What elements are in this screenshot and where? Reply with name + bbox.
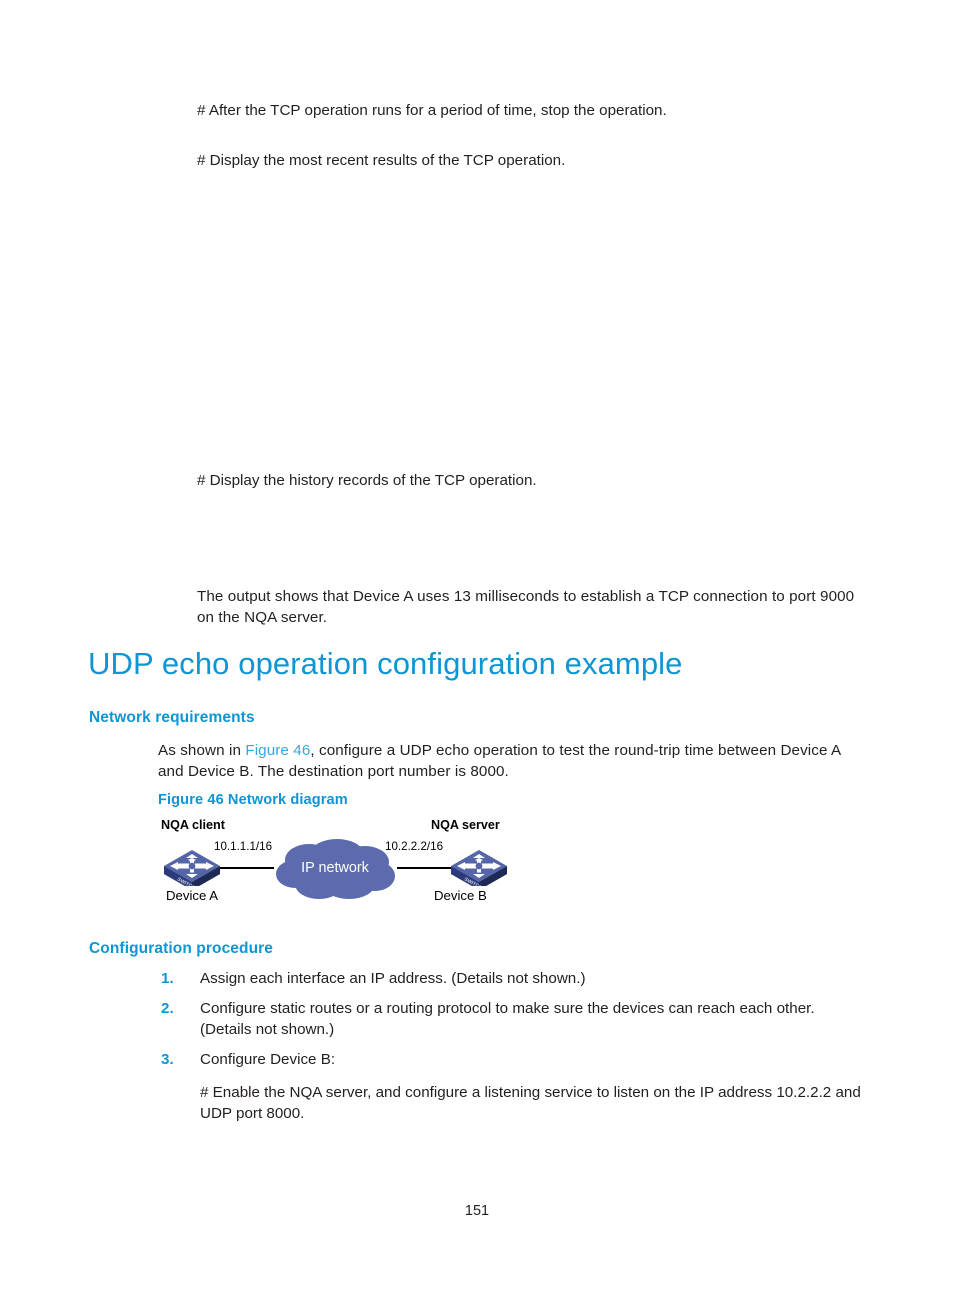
network-requirements-paragraph: As shown in Figure 46, configure a UDP e… — [158, 740, 870, 782]
list-item-number: 1. — [161, 970, 174, 987]
cloud-label: IP network — [301, 860, 369, 876]
heading-configuration-procedure: Configuration procedure — [89, 940, 273, 957]
diagram-link-left — [218, 867, 274, 869]
nr-text-before: As shown in — [158, 742, 246, 759]
diagram-label-nqa-server: NQA server — [431, 818, 500, 832]
list-item-number: 3. — [161, 1051, 174, 1068]
heading-network-requirements: Network requirements — [89, 709, 255, 726]
list-item: 1. Assign each interface an IP address. … — [158, 968, 870, 989]
list-item-text: Configure static routes or a routing pro… — [200, 1000, 815, 1038]
document-page: # After the TCP operation runs for a per… — [0, 0, 954, 1296]
output-explanation-paragraph: The output shows that Device A uses 13 m… — [197, 588, 855, 626]
switch-icon-device-a: SWITCH — [164, 850, 220, 886]
command-caption-display-recent: # Display the most recent results of the… — [197, 152, 566, 169]
figure-46-link[interactable]: Figure 46 — [245, 742, 310, 759]
diagram-device-b-name: Device B — [434, 888, 487, 903]
network-diagram: NQA client NQA server 10.1.1.1/16 10.2.2… — [150, 818, 550, 910]
diagram-device-a-name: Device A — [166, 888, 219, 903]
step3-command-caption: # Enable the NQA server, and configure a… — [200, 1084, 861, 1122]
command-caption-display-history: # Display the history records of the TCP… — [197, 472, 537, 489]
list-item-text: Configure Device B: — [200, 1051, 336, 1068]
configuration-steps-list: 1. Assign each interface an IP address. … — [158, 968, 870, 1133]
page-number: 151 — [464, 1203, 490, 1219]
switch-icon-device-b: SWITCH — [451, 850, 507, 886]
diagram-label-nqa-client: NQA client — [161, 818, 225, 832]
list-item: 2. Configure static routes or a routing … — [158, 998, 870, 1040]
page-title: UDP echo operation configuration example — [88, 646, 683, 681]
figure-caption: Figure 46 Network diagram — [158, 792, 348, 808]
diagram-link-right — [397, 867, 453, 869]
command-caption-stop: # After the TCP operation runs for a per… — [197, 102, 667, 119]
list-item-text: Assign each interface an IP address. (De… — [200, 970, 586, 987]
list-item: 3. Configure Device B: # Enable the NQA … — [158, 1049, 870, 1124]
list-item-number: 2. — [161, 1000, 174, 1017]
